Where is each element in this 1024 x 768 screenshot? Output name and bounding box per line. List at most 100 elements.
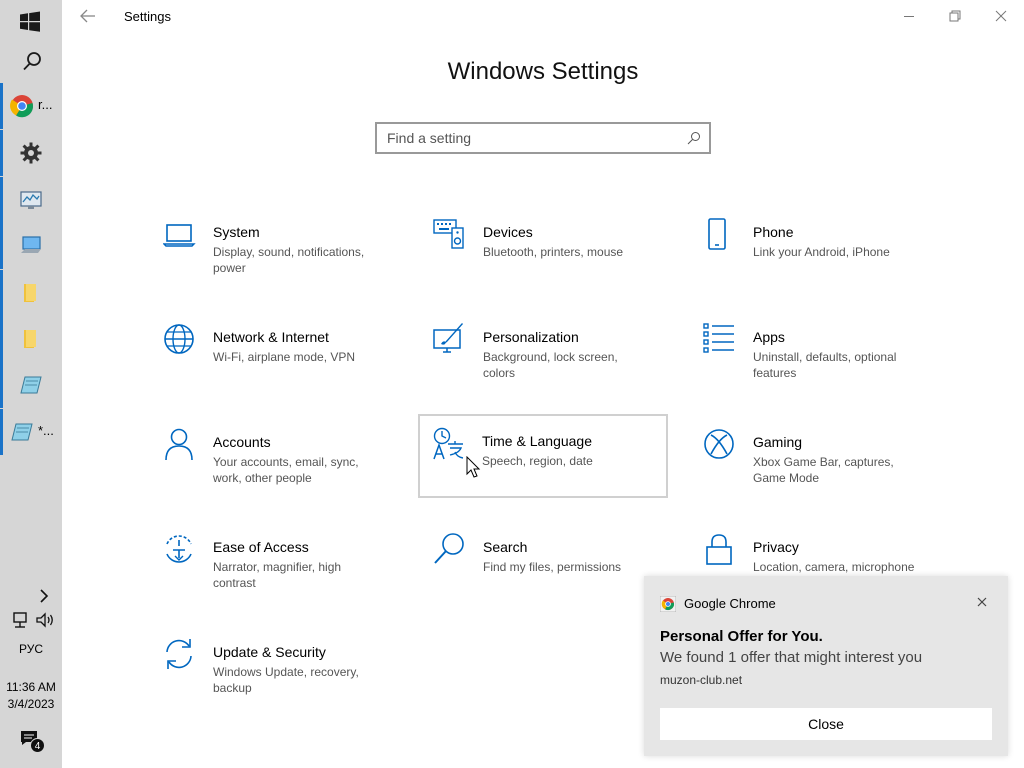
tile-description: Xbox Game Bar, captures, Game Mode xyxy=(753,455,894,485)
tile-description: Location, camera, microphone xyxy=(753,560,915,574)
phone-icon xyxy=(708,218,726,250)
network-icon[interactable] xyxy=(12,611,32,629)
tile-name: Ease of Access xyxy=(213,539,309,555)
mouse-cursor-icon xyxy=(466,456,481,478)
tile-personalization[interactable]: Personalization Background, lock screen,… xyxy=(432,321,682,405)
devices-icon xyxy=(433,219,464,249)
close-icon xyxy=(995,10,1007,22)
clock-time[interactable]: 11:36 AM xyxy=(0,680,62,694)
tile-name: Time & Language xyxy=(482,433,592,449)
search-icon xyxy=(434,533,464,564)
monitor-chart-icon xyxy=(20,191,42,209)
tile-apps[interactable]: Apps Uninstall, defaults, optional featu… xyxy=(702,321,952,405)
xbox-icon xyxy=(704,429,734,459)
tile-name: Update & Security xyxy=(213,644,326,660)
tile-name: Personalization xyxy=(483,329,579,345)
search-icon xyxy=(687,132,700,145)
taskbar-notepad-label: *... xyxy=(38,423,54,438)
tile-name: System xyxy=(213,224,260,240)
notepad-icon xyxy=(20,376,42,394)
tile-devices[interactable]: Devices Bluetooth, printers, mouse xyxy=(432,216,682,300)
action-center-button[interactable]: 4 xyxy=(20,728,50,756)
tile-name: Gaming xyxy=(753,434,803,450)
restore-icon xyxy=(949,10,961,22)
tile-system[interactable]: System Display, sound, notifications, po… xyxy=(162,216,412,300)
time-language-icon xyxy=(433,427,464,460)
computer-icon xyxy=(21,236,41,253)
apps-list-icon xyxy=(703,323,734,353)
tile-name: Phone xyxy=(753,224,794,240)
tile-description: Display, sound, notifications, power xyxy=(213,245,365,275)
chrome-icon xyxy=(10,95,34,118)
taskbar-computer-app[interactable] xyxy=(0,223,62,269)
tile-update-security[interactable]: Update & Security Windows Update, recove… xyxy=(162,636,412,720)
notification-source: muzon-club.net xyxy=(660,673,743,687)
tile-name: Devices xyxy=(483,224,533,240)
search-icon xyxy=(23,52,41,71)
tile-name: Accounts xyxy=(213,434,271,450)
notepad-icon xyxy=(11,423,33,441)
taskbar-settings[interactable] xyxy=(0,130,62,176)
taskbar-search-button[interactable] xyxy=(0,38,62,84)
tile-description: Find my files, permissions xyxy=(483,560,622,574)
taskbar-monitor-app[interactable] xyxy=(0,177,62,223)
notification-title: Personal Offer for You. xyxy=(660,628,823,645)
refresh-icon xyxy=(166,639,192,669)
tile-description: Narrator, magnifier, high contrast xyxy=(213,560,342,590)
settings-search-box[interactable] xyxy=(375,122,711,154)
close-icon[interactable] xyxy=(974,594,990,610)
settings-search-input[interactable] xyxy=(377,124,677,152)
back-arrow-icon[interactable] xyxy=(76,4,100,28)
language-indicator[interactable]: РУС xyxy=(0,642,62,656)
tile-description: Bluetooth, printers, mouse xyxy=(483,245,624,259)
taskbar-folder-1[interactable] xyxy=(0,270,62,316)
taskbar-notepad[interactable] xyxy=(0,362,62,408)
taskbar-chrome-label: r... xyxy=(38,97,53,112)
chrome-notification[interactable]: Google Chrome Personal Offer for You. We… xyxy=(644,576,1008,756)
ease-of-access-icon xyxy=(166,535,192,563)
personalization-icon xyxy=(433,323,463,353)
notification-count-badge: 4 xyxy=(30,738,45,753)
tile-description: Uninstall, defaults, optional features xyxy=(753,350,897,380)
close-button[interactable] xyxy=(978,0,1024,32)
restore-button[interactable] xyxy=(932,0,978,32)
tile-network-internet[interactable]: Network & Internet Wi-Fi, airplane mode,… xyxy=(162,321,412,405)
chevron-right-icon[interactable] xyxy=(38,588,50,604)
notification-app-name: Google Chrome xyxy=(684,596,776,611)
minimize-button[interactable] xyxy=(886,0,932,32)
lock-icon xyxy=(706,534,732,565)
tile-name: Network & Internet xyxy=(213,329,329,345)
taskbar: r... *... РУС 11:36 AM 3/4/2023 4 xyxy=(0,0,62,768)
clock-date[interactable]: 3/4/2023 xyxy=(0,697,62,711)
notification-close-button[interactable]: Close xyxy=(660,708,992,740)
tile-time-language[interactable]: Time & Language Speech, region, date xyxy=(418,414,668,498)
globe-icon xyxy=(164,324,194,354)
taskbar-chrome[interactable]: r... xyxy=(0,83,62,129)
laptop-icon xyxy=(163,224,196,247)
tile-description: Windows Update, recovery, backup xyxy=(213,665,359,695)
tile-description: Speech, region, date xyxy=(482,454,593,468)
volume-icon[interactable] xyxy=(35,612,55,628)
tile-description: Wi-Fi, airplane mode, VPN xyxy=(213,350,356,364)
tile-description: Background, lock screen, colors xyxy=(483,350,618,380)
title-bar: Settings xyxy=(62,0,1024,32)
tile-phone[interactable]: Phone Link your Android, iPhone xyxy=(702,216,952,300)
tile-gaming[interactable]: Gaming Xbox Game Bar, captures, Game Mod… xyxy=(702,426,952,510)
tile-description: Your accounts, email, sync, work, other … xyxy=(213,455,359,485)
chrome-icon xyxy=(660,596,676,612)
taskbar-notepad-unsaved[interactable]: *... xyxy=(0,409,62,455)
tile-description: Link your Android, iPhone xyxy=(753,245,890,259)
notification-body: We found 1 offer that might interest you xyxy=(660,649,923,666)
page-title: Windows Settings xyxy=(447,58,639,85)
tile-accounts[interactable]: Accounts Your accounts, email, sync, wor… xyxy=(162,426,412,510)
windows-logo-icon xyxy=(20,11,40,32)
window-title: Settings xyxy=(124,9,171,24)
tile-name: Apps xyxy=(753,329,785,345)
tile-ease-of-access[interactable]: Ease of Access Narrator, magnifier, high… xyxy=(162,531,412,615)
person-icon xyxy=(165,428,193,461)
taskbar-folder-2[interactable] xyxy=(0,316,62,362)
minimize-icon xyxy=(904,16,914,17)
gear-icon xyxy=(20,142,42,164)
folder-icon xyxy=(24,284,36,302)
folder-icon xyxy=(24,330,36,348)
